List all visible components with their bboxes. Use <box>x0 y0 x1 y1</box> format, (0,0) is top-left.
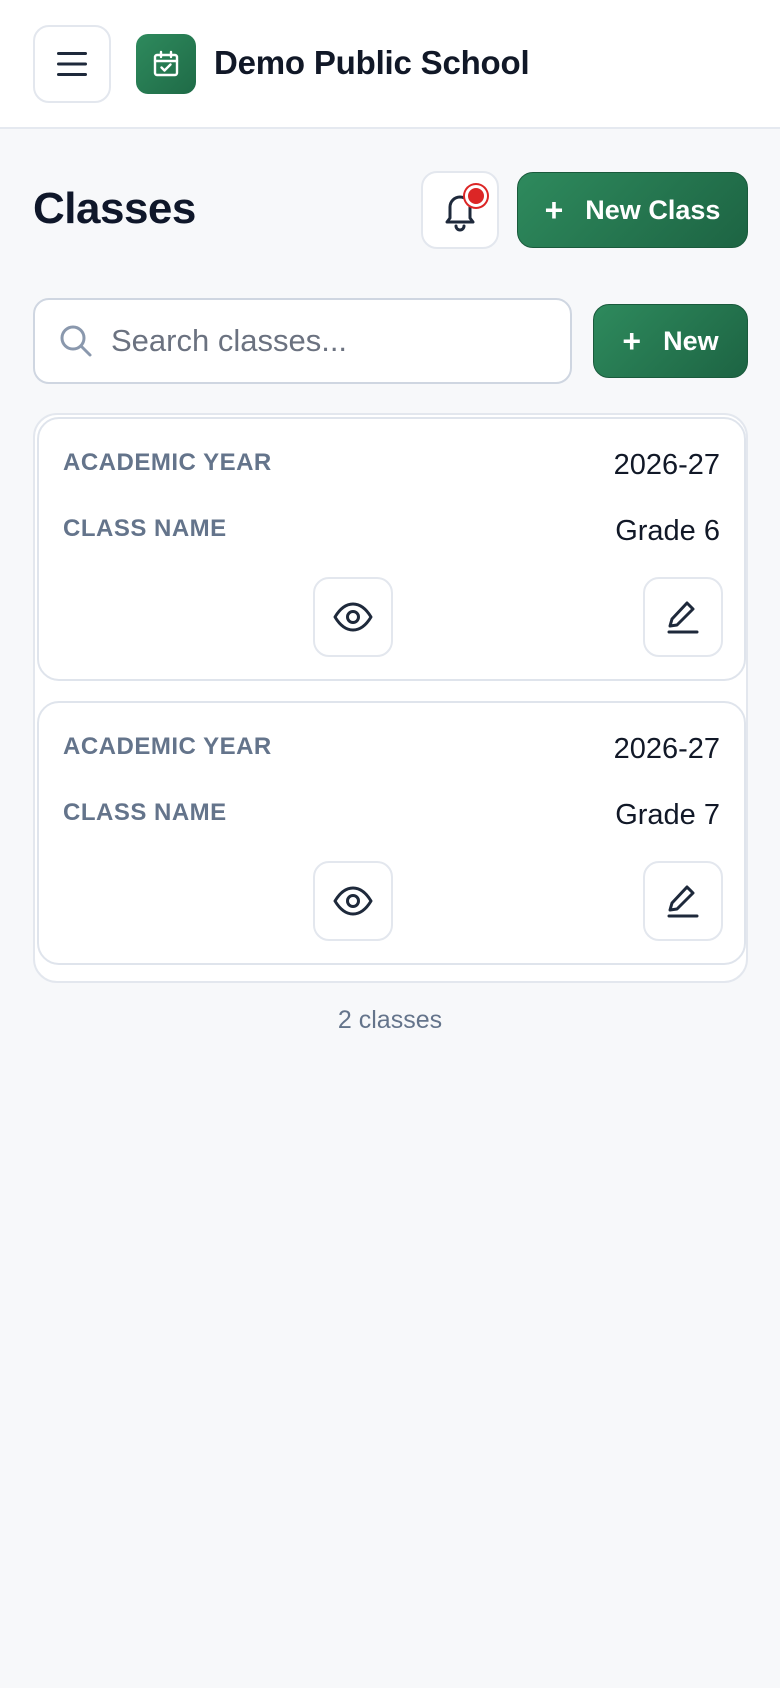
class-card: ACADEMIC YEAR 2026-27 CLASS NAME Grade 7 <box>37 701 746 965</box>
academic-year-value: 2026-27 <box>613 449 720 481</box>
plus-icon: + <box>622 323 642 359</box>
new-class-button[interactable]: + New Class <box>517 172 748 248</box>
plus-icon: + <box>544 192 564 228</box>
academic-year-label: ACADEMIC YEAR <box>63 733 272 760</box>
top-bar: Demo Public School <box>0 0 780 129</box>
class-name-value: Grade 7 <box>615 799 720 831</box>
class-list: ACADEMIC YEAR 2026-27 CLASS NAME Grade 6… <box>33 413 748 983</box>
academic-year-label: ACADEMIC YEAR <box>63 449 272 476</box>
search-box[interactable] <box>33 298 572 384</box>
class-name-value: Grade 6 <box>615 515 720 547</box>
hamburger-menu-icon <box>57 52 87 76</box>
notifications-button[interactable] <box>421 171 499 249</box>
school-name: Demo Public School <box>214 44 530 81</box>
class-name-label: CLASS NAME <box>63 515 227 542</box>
class-name-label: CLASS NAME <box>63 799 227 826</box>
new-class-button-label: New Class <box>585 194 721 225</box>
eye-icon <box>333 886 373 916</box>
edit-button[interactable] <box>643 861 723 941</box>
edit-button[interactable] <box>643 577 723 657</box>
pencil-icon <box>667 885 699 918</box>
school-logo <box>136 34 196 94</box>
search-input[interactable] <box>111 316 551 366</box>
class-card: ACADEMIC YEAR 2026-27 CLASS NAME Grade 6 <box>37 417 746 681</box>
notification-badge <box>465 185 487 207</box>
academic-year-value: 2026-27 <box>613 733 720 765</box>
view-button[interactable] <box>313 577 393 657</box>
new-button-label: New <box>663 325 719 356</box>
search-icon <box>60 325 92 357</box>
view-button[interactable] <box>313 861 393 941</box>
page-title: Classes <box>33 184 196 233</box>
calendar-check-icon <box>153 50 179 77</box>
eye-icon <box>333 602 373 632</box>
menu-button[interactable] <box>33 25 111 103</box>
new-button[interactable]: + New <box>593 304 748 378</box>
class-count: 2 classes <box>337 1006 443 1034</box>
pencil-icon <box>667 601 699 634</box>
